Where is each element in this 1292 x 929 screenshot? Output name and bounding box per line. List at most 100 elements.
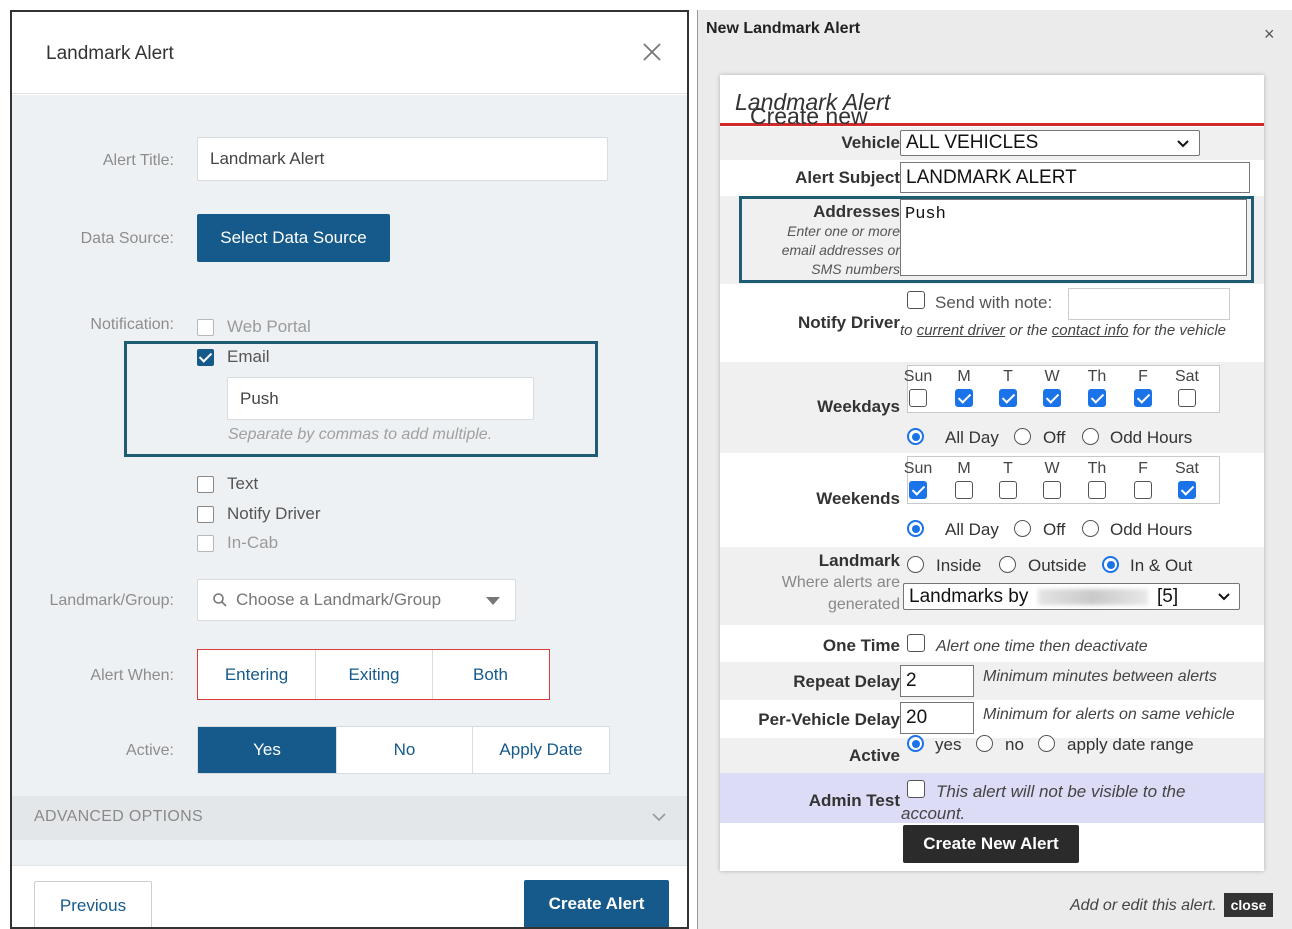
alert-when-segmented: Entering Exiting Both: [197, 649, 550, 700]
landmark-group-placeholder: Choose a Landmark/Group: [236, 590, 442, 609]
repeat-delay-hint: Minimum minutes between alerts: [983, 668, 1217, 685]
alert-title-input[interactable]: Landmark Alert: [197, 137, 608, 181]
weekend-sat-checkbox[interactable]: [1178, 481, 1196, 499]
text-checkbox[interactable]: [197, 476, 214, 493]
weekdays-time-2-radio[interactable]: [1082, 428, 1099, 445]
create-alert-button[interactable]: Create Alert: [524, 880, 669, 927]
weekdays-time-1-radio[interactable]: [1014, 428, 1031, 445]
landmark-1-radio[interactable]: [999, 556, 1016, 573]
weekend-sun-checkbox[interactable]: [909, 481, 927, 499]
notify-driver-hint: to current driver or the contact info fo…: [900, 321, 1230, 341]
alert-when-label: Alert When:: [90, 667, 174, 684]
landmark-0-label: Inside: [936, 556, 982, 575]
text-label: Text: [227, 474, 259, 493]
weekend-m-checkbox[interactable]: [955, 481, 973, 499]
send-note-input[interactable]: [1068, 288, 1230, 320]
close-button[interactable]: close: [1224, 893, 1273, 917]
weekday-f-checkbox[interactable]: [1134, 389, 1152, 407]
email-checkbox[interactable]: [197, 349, 214, 366]
one-time-label: One Time: [822, 636, 900, 655]
web-portal-checkbox[interactable]: [197, 319, 214, 336]
chevron-down-icon: [652, 813, 666, 822]
weekdays-time-0-radio[interactable]: [907, 428, 924, 445]
addresses-hint: Enter one or more email addresses or SMS…: [781, 223, 900, 277]
dialog-title: New Landmark Alert: [706, 20, 861, 37]
weekends-time-0-radio[interactable]: [907, 520, 924, 537]
weekend-w-checkbox[interactable]: [1043, 481, 1061, 499]
notify-driver-label: Notify Driver: [227, 504, 321, 523]
weekends-time-2-radio[interactable]: [1082, 520, 1099, 537]
advanced-options-bar[interactable]: ADVANCED OPTIONS: [12, 796, 687, 840]
email-hint: Separate by commas to add multiple.: [228, 426, 493, 443]
weekends-time-0-label: All Day: [945, 520, 999, 539]
landmark-sub: Where alerts are generated: [781, 574, 900, 613]
weekend-m-header: M: [957, 460, 971, 477]
current-driver-link[interactable]: current driver: [917, 322, 1005, 339]
weekend-t-header: T: [1003, 460, 1013, 477]
landmark-1-label: Outside: [1028, 556, 1087, 575]
weekend-t-checkbox[interactable]: [999, 481, 1017, 499]
weekdays-time-1-label: Off: [1043, 428, 1066, 447]
email-input[interactable]: Push: [227, 377, 534, 420]
weekday-sun-checkbox[interactable]: [909, 389, 927, 407]
panel-footer: Previous Create Alert: [12, 865, 687, 927]
send-note-checkbox[interactable]: [907, 291, 925, 309]
active-2-radio[interactable]: [1038, 735, 1055, 752]
weekday-t-header: T: [1003, 368, 1013, 385]
per-vehicle-delay-hint: Minimum for alerts on same vehicle: [983, 706, 1235, 723]
landmark-group-select[interactable]: Choose a Landmark/Group: [197, 579, 516, 621]
active-label: Active:: [125, 742, 174, 759]
weekend-f-checkbox[interactable]: [1134, 481, 1152, 499]
active-0-radio[interactable]: [907, 735, 924, 752]
select-data-source-button[interactable]: Select Data Source: [197, 214, 390, 262]
weekday-t-checkbox[interactable]: [999, 389, 1017, 407]
weekend-th-checkbox[interactable]: [1088, 481, 1106, 499]
alert-subject-input[interactable]: LANDMARK ALERT: [900, 162, 1250, 193]
heading-prefix: Create new: [750, 103, 868, 129]
close-icon[interactable]: ×: [1264, 24, 1275, 45]
create-new-alert-button[interactable]: Create New Alert: [903, 825, 1079, 863]
weekday-w-checkbox[interactable]: [1043, 389, 1061, 407]
addresses-textarea[interactable]: Push: [900, 199, 1247, 276]
in-cab-checkbox[interactable]: [197, 535, 214, 552]
per-vehicle-delay-input[interactable]: 20: [900, 702, 974, 734]
apply-date-option[interactable]: Apply Date: [473, 727, 609, 773]
landmark-alert-panel: Landmark Alert Alert Title: Landmark Ale…: [10, 10, 689, 929]
active-1-label: no: [1005, 735, 1024, 754]
contact-info-link[interactable]: contact info: [1052, 322, 1129, 339]
weekday-m-checkbox[interactable]: [955, 389, 973, 407]
landmark-0-radio[interactable]: [907, 556, 924, 573]
landmarks-select[interactable]: Landmarks by [5]: [903, 583, 1240, 610]
panel-header: Landmark Alert: [12, 12, 687, 94]
form-heading: Create new Landmark Alert: [720, 75, 1264, 129]
per-vehicle-delay-label: Per-Vehicle Delay: [758, 710, 900, 729]
close-icon[interactable]: [640, 40, 664, 64]
weekend-f-header: F: [1138, 460, 1148, 477]
alert-title-label: Alert Title:: [102, 152, 174, 169]
weekday-th-checkbox[interactable]: [1088, 389, 1106, 407]
weekday-sat-checkbox[interactable]: [1178, 389, 1196, 407]
landmark-label: Landmark: [818, 551, 900, 570]
weekdays-label: Weekdays: [817, 397, 900, 416]
landmark-2-radio[interactable]: [1102, 556, 1119, 573]
notify-driver-label: Notify Driver: [797, 313, 900, 332]
active-yes-option[interactable]: Yes: [198, 727, 337, 773]
vehicle-label: Vehicle: [841, 133, 900, 152]
notify-for-text: for the vehicle: [1128, 322, 1227, 339]
send-note-label: Send with note:: [935, 293, 1053, 312]
in-cab-label: In-Cab: [227, 533, 279, 552]
repeat-delay-input[interactable]: 2: [900, 665, 974, 697]
weekends-time-1-radio[interactable]: [1014, 520, 1031, 537]
chevron-down-icon: [1177, 140, 1189, 148]
active-1-radio[interactable]: [976, 735, 993, 752]
previous-button[interactable]: Previous: [34, 881, 152, 927]
entering-option[interactable]: Entering: [198, 650, 316, 699]
panel-title: Landmark Alert: [46, 43, 174, 64]
active-no-option[interactable]: No: [337, 727, 473, 773]
email-label: Email: [227, 347, 270, 366]
notify-driver-checkbox[interactable]: [197, 506, 214, 523]
both-option[interactable]: Both: [433, 650, 548, 699]
exiting-option[interactable]: Exiting: [316, 650, 433, 699]
one-time-checkbox[interactable]: [907, 634, 925, 652]
vehicle-select[interactable]: ALL VEHICLES: [900, 130, 1200, 156]
